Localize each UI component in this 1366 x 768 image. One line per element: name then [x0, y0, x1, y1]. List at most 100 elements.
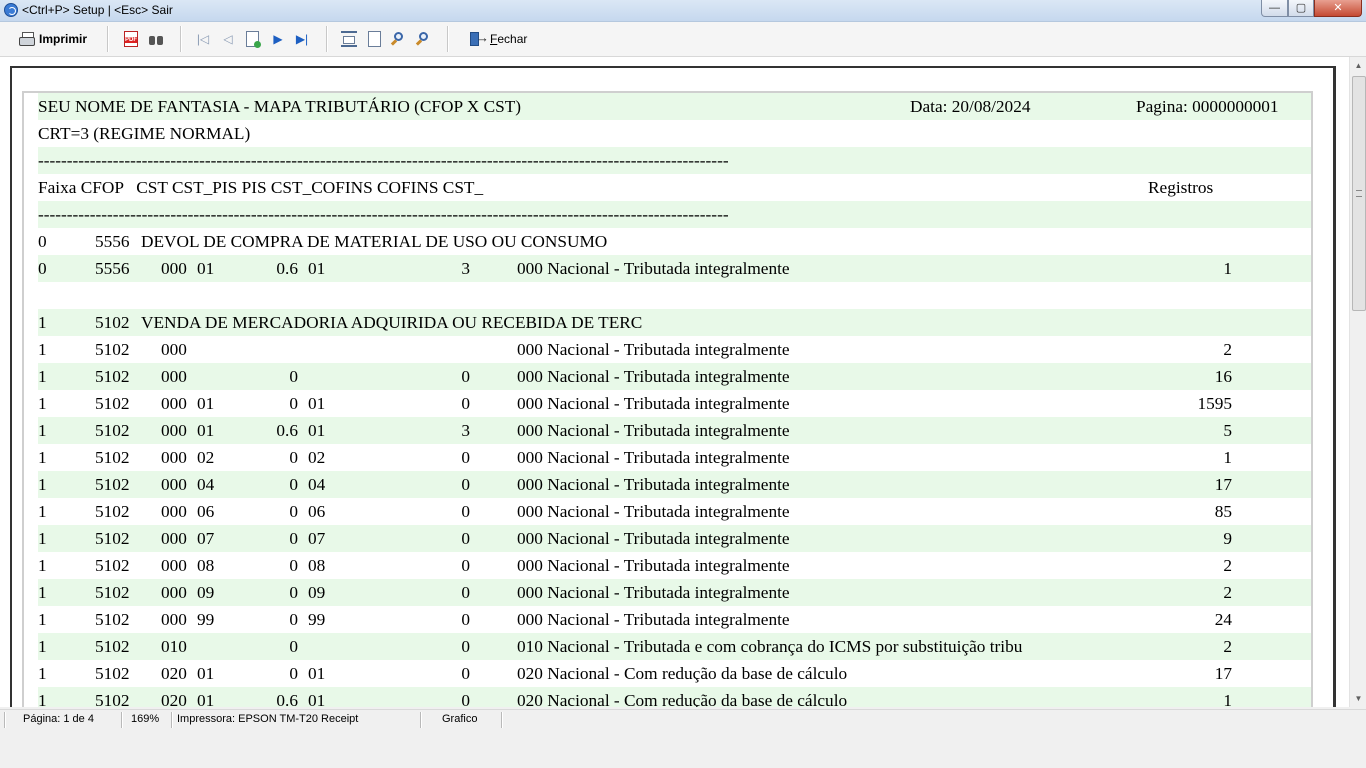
- scrollbar-thumb[interactable]: [1352, 76, 1366, 311]
- crt-row: CRT=3 (REGIME NORMAL): [38, 120, 1311, 147]
- faixa-cell: 1: [38, 691, 47, 707]
- cst-description-cell: 010 Nacional - Tributada e com cobrança …: [517, 637, 1023, 656]
- page-width-button[interactable]: [341, 27, 357, 51]
- cst-cofins-cell: 09: [308, 583, 326, 602]
- status-page: Página: 1 de 4: [23, 713, 94, 725]
- find-button[interactable]: [148, 27, 164, 51]
- cst-description-cell: 000 Nacional - Tributada integralmente: [517, 340, 790, 359]
- report-title: SEU NOME DE FANTASIA - MAPA TRIBUTÁRIO (…: [38, 97, 522, 116]
- pis-cell: 0.6: [276, 421, 298, 440]
- app-icon[interactable]: [4, 3, 18, 17]
- faixa-cell: 1: [38, 313, 47, 332]
- pis-cell: 0: [289, 556, 298, 575]
- next-page-button[interactable]: ▶: [271, 27, 285, 51]
- minimize-button[interactable]: —: [1261, 0, 1288, 17]
- faixa-cell: 1: [38, 610, 47, 629]
- cfop-cell: 5102: [95, 637, 130, 656]
- close-preview-button[interactable]: Fechar: [470, 27, 527, 51]
- scroll-down-icon[interactable]: ▼: [1350, 690, 1366, 707]
- cst-cofins-cell: 02: [308, 448, 326, 467]
- report-body: SEU NOME DE FANTASIA - MAPA TRIBUTÁRIO (…: [22, 91, 1313, 707]
- cst-description-cell: 000 Nacional - Tributada integralmente: [517, 556, 790, 575]
- cst-cell: 000: [161, 367, 187, 386]
- last-page-button[interactable]: ▶|: [295, 27, 309, 51]
- blank-row: [38, 282, 1311, 309]
- table-row: 1 5102 000 07 0 07 0 000 Nacional - Tributada i…: [38, 525, 1311, 552]
- pis-cell: 0.6: [276, 691, 298, 707]
- status-separator: [501, 712, 503, 728]
- prev-page-button[interactable]: ◁: [221, 27, 235, 51]
- zoom-in-button[interactable]: [390, 27, 405, 51]
- export-pdf-button[interactable]: PDF: [124, 27, 138, 51]
- print-button[interactable]: Imprimir: [19, 27, 87, 51]
- cfop-cell: 5102: [95, 583, 130, 602]
- table-row: 0 5556 000 01 0.6 01 3 000 Nacional - Tributada…: [38, 255, 1311, 282]
- column-header-row: Faixa CFOP CST CST_PIS PIS CST_COFINS CO…: [38, 174, 1311, 201]
- cofins-cell: 0: [461, 637, 470, 656]
- cfop-cell: 5102: [95, 475, 130, 494]
- cofins-cell: 0: [461, 556, 470, 575]
- status-bar: Página: 1 de 4 169% Impressora: EPSON TM…: [0, 709, 1366, 730]
- cofins-cell: 0: [461, 367, 470, 386]
- close-preview-label: Fechar: [490, 32, 528, 46]
- close-window-button[interactable]: ✕: [1314, 0, 1362, 17]
- whole-page-button[interactable]: [368, 27, 381, 51]
- registros-cell: 1: [1223, 259, 1232, 278]
- cst-description-cell: 000 Nacional - Tributada integralmente: [517, 367, 790, 386]
- table-row: 1 5102 000 000 Nacional - Tributada integra…: [38, 336, 1311, 363]
- window-background: [0, 729, 1366, 768]
- table-row: 1 5102 000 01 0 01 0 000 Nacional - Tributada i…: [38, 390, 1311, 417]
- cst-description-cell: 000 Nacional - Tributada integralmente: [517, 502, 790, 521]
- crt-text: CRT=3 (REGIME NORMAL): [38, 124, 251, 143]
- status-zoom: 169%: [131, 713, 160, 725]
- next-page-icon: ▶: [273, 32, 283, 46]
- status-mode: Grafico: [442, 713, 478, 725]
- cst-pis-cell: 08: [197, 556, 215, 575]
- registros-cell: 9: [1223, 529, 1232, 548]
- status-separator: [171, 712, 173, 728]
- table-row: 1 5102 000 09 0 09 0 000 Nacional - Tributada i…: [38, 579, 1311, 606]
- cfop-cell: 5102: [95, 556, 130, 575]
- faixa-cell: 1: [38, 340, 47, 359]
- registros-cell: 2: [1223, 583, 1232, 602]
- cfop-cell: 5102: [95, 664, 130, 683]
- cst-cell: 000: [161, 502, 187, 521]
- faixa-cell: 1: [38, 394, 47, 413]
- faixa-cell: 1: [38, 448, 47, 467]
- toolbar-separator: [447, 26, 449, 52]
- cofins-cell: 0: [461, 583, 470, 602]
- cst-description-cell: 000 Nacional - Tributada integralmente: [517, 448, 790, 467]
- toolbar-separator: [180, 26, 182, 52]
- table-row: 1 5102 000 02 0 02 0 000 Nacional - Tributada i…: [38, 444, 1311, 471]
- maximize-button[interactable]: ▢: [1288, 0, 1314, 17]
- group-header-row: 1 5102 VENDA DE MERCADORIA ADQUIRIDA OU RE…: [38, 309, 1311, 336]
- cfop-cell: 5102: [95, 610, 130, 629]
- faixa-cell: 1: [38, 529, 47, 548]
- cst-description-cell: 020 Nacional - Com redução da base de cá…: [517, 664, 848, 683]
- cst-cofins-cell: 99: [308, 610, 326, 629]
- vertical-scrollbar[interactable]: ▲ ▼: [1349, 57, 1366, 707]
- report-preview[interactable]: SEU NOME DE FANTASIA - MAPA TRIBUTÁRIO (…: [0, 57, 1349, 707]
- faixa-cell: 1: [38, 556, 47, 575]
- zoom-out-button[interactable]: [415, 27, 430, 51]
- cst-description-cell: 000 Nacional - Tributada integralmente: [517, 529, 790, 548]
- exit-icon: [470, 30, 489, 47]
- cfop-cell: 5556: [95, 259, 130, 278]
- cst-cell: 000: [161, 259, 187, 278]
- pis-cell: 0: [289, 448, 298, 467]
- pis-cell: 0: [289, 664, 298, 683]
- first-page-button[interactable]: |◁: [196, 27, 210, 51]
- cst-cell: 000: [161, 340, 187, 359]
- pis-cell: 0: [289, 610, 298, 629]
- faixa-cell: 1: [38, 502, 47, 521]
- divider-row: ----------------------------------------…: [38, 201, 1311, 228]
- cst-pis-cell: 01: [197, 394, 215, 413]
- faixa-cell: 1: [38, 421, 47, 440]
- goto-page-button[interactable]: [246, 27, 261, 51]
- scroll-up-icon[interactable]: ▲: [1350, 57, 1366, 74]
- table-row: 1 5102 000 01 0.6 01 3 000 Nacional - Tributada…: [38, 417, 1311, 444]
- cst-cell: 020: [161, 691, 187, 707]
- cfop-description: VENDA DE MERCADORIA ADQUIRIDA OU RECEBID…: [141, 313, 643, 332]
- faixa-cell: 1: [38, 637, 47, 656]
- open-page-icon: [246, 31, 261, 48]
